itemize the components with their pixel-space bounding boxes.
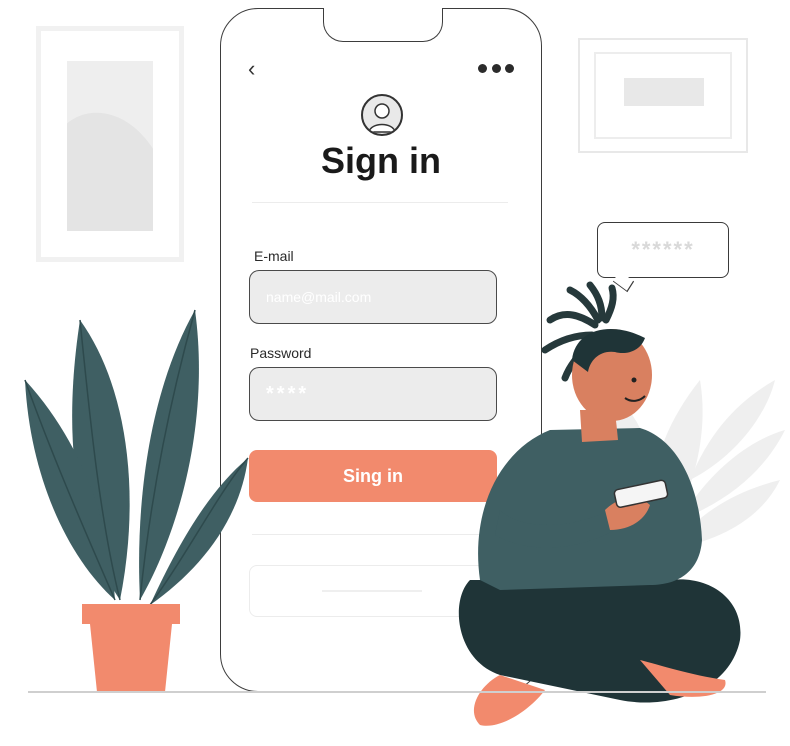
more-dots-icon[interactable] bbox=[478, 64, 514, 74]
floor-line bbox=[28, 691, 766, 693]
chevron-left-icon[interactable]: ‹ bbox=[248, 58, 270, 80]
speech-bubble: ****** bbox=[597, 222, 729, 293]
potted-plant-illustration bbox=[24, 309, 249, 692]
divider bbox=[252, 202, 508, 203]
phone-notch bbox=[323, 8, 443, 42]
wall-frame-left bbox=[36, 26, 184, 262]
wall-frame-right bbox=[578, 38, 748, 153]
person-with-phone-illustration bbox=[458, 281, 741, 726]
speech-bubble-text: ****** bbox=[631, 237, 695, 262]
email-label: E-mail bbox=[254, 248, 294, 264]
user-avatar-icon bbox=[361, 94, 403, 136]
page-title: Sign in bbox=[321, 140, 441, 181]
